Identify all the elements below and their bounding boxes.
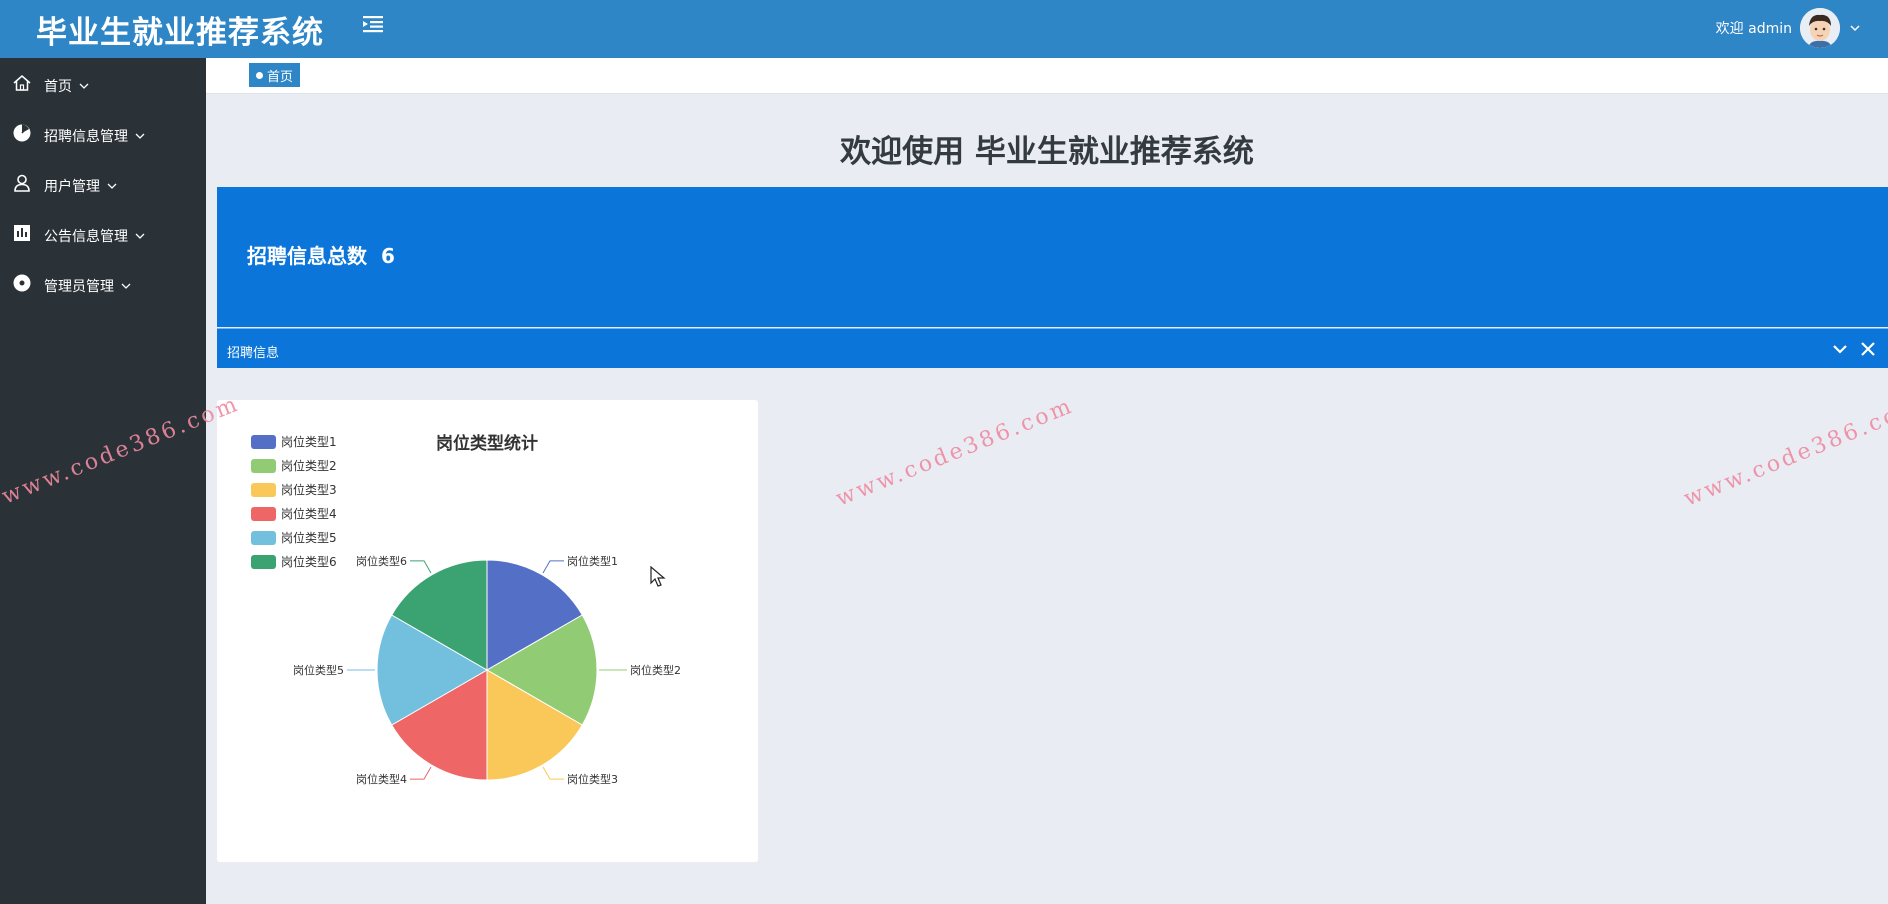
pie-icon: [13, 124, 31, 142]
chevron-down-icon: [79, 83, 89, 89]
dot-icon: [256, 71, 263, 79]
app-title: 毕业生就业推荐系统: [36, 15, 324, 51]
mouse-cursor-icon: [650, 566, 666, 587]
user-avatar-icon[interactable]: [1800, 8, 1840, 48]
sidebar-item-announcements[interactable]: 公告信息管理: [0, 208, 206, 258]
legend-label[interactable]: 岗位类型1: [281, 434, 337, 449]
breadcrumb: 首页: [206, 58, 1888, 94]
legend-swatch[interactable]: [251, 555, 276, 569]
legend-label[interactable]: 岗位类型6: [281, 554, 337, 569]
chevron-down-icon: [135, 233, 145, 239]
legend-swatch[interactable]: [251, 531, 276, 545]
legend-label[interactable]: 岗位类型2: [281, 458, 337, 473]
slice-label: 岗位类型6: [356, 554, 407, 568]
slice-label: 岗位类型2: [630, 663, 681, 677]
sidebar-item-label: 招聘信息管理: [44, 129, 128, 145]
legend-label[interactable]: 岗位类型5: [281, 530, 337, 545]
circle-icon: [13, 274, 31, 292]
legend-label[interactable]: 岗位类型4: [281, 506, 337, 521]
chevron-down-icon: [135, 133, 145, 139]
sidebar-item-label: 公告信息管理: [44, 229, 128, 245]
legend-swatch[interactable]: [251, 507, 276, 521]
sidebar-item-label: 用户管理: [44, 179, 100, 195]
chart-icon: [14, 225, 30, 241]
slice-label: 岗位类型1: [567, 554, 618, 568]
sidebar-item-label: 首页: [44, 79, 72, 95]
page-title: 欢迎使用 毕业生就业推荐系统: [840, 134, 1254, 170]
slice-label: 岗位类型4: [356, 772, 407, 786]
watermark-text: www.code386.com: [832, 393, 1078, 512]
sidebar-item-users[interactable]: 用户管理: [0, 158, 206, 208]
label-leader-line: [410, 560, 432, 574]
pie-chart: 岗位类型统计岗位类型1岗位类型2岗位类型3岗位类型4岗位类型5岗位类型6 岗位类型…: [251, 433, 681, 786]
user-icon: [14, 174, 30, 192]
stat-panel: 招聘信息总数 6: [217, 187, 1888, 327]
chart-card: 岗位类型统计 岗位类型1 岗位类型2 岗位类型3 岗位类型4 岗位类型5 岗位类型6 岗位类型…: [217, 400, 758, 862]
sidebar-item-admins[interactable]: 管理员管理: [0, 258, 206, 308]
chevron-down-icon: [107, 183, 117, 189]
label-leader-line: [410, 766, 432, 780]
sidebar-item-label: 管理员管理: [44, 279, 114, 295]
stat-text: 招聘信息总数 6: [247, 240, 395, 269]
tab-home-label: 首页: [267, 69, 294, 85]
stat-label: 招聘信息总数: [247, 244, 367, 268]
legend-swatch[interactable]: [251, 435, 276, 449]
watermark-text: www.code386.com: [1680, 393, 1888, 512]
menu-fold-icon[interactable]: [362, 14, 384, 34]
tab-home[interactable]: 首页: [249, 63, 301, 87]
slice-label: 岗位类型3: [567, 772, 618, 786]
close-icon[interactable]: [1858, 339, 1878, 359]
chevron-down-icon: [121, 283, 131, 289]
label-leader-line: [542, 766, 564, 780]
user-menu[interactable]: 欢迎 admin: [1716, 4, 1862, 52]
legend-swatch[interactable]: [251, 459, 276, 473]
collapse-icon[interactable]: [1830, 339, 1850, 359]
panel-title: 招聘信息: [227, 346, 280, 361]
welcome-user-text: 欢迎 admin: [1715, 21, 1792, 37]
legend-swatch[interactable]: [251, 483, 276, 497]
slice-label: 岗位类型5: [293, 663, 344, 677]
stat-value: 6: [380, 244, 395, 268]
sidebar-item-home[interactable]: 首页: [0, 58, 206, 108]
home-icon: [13, 75, 31, 91]
panel-header: 招聘信息: [217, 328, 1888, 368]
chevron-down-icon[interactable]: [1848, 21, 1862, 35]
label-leader-line: [542, 560, 564, 574]
legend-label[interactable]: 岗位类型3: [281, 482, 337, 497]
sidebar-item-recruitment[interactable]: 招聘信息管理: [0, 108, 206, 158]
chart-title: 岗位类型统计: [436, 433, 538, 454]
top-header: 毕业生就业推荐系统 欢迎 admin: [0, 0, 1888, 58]
